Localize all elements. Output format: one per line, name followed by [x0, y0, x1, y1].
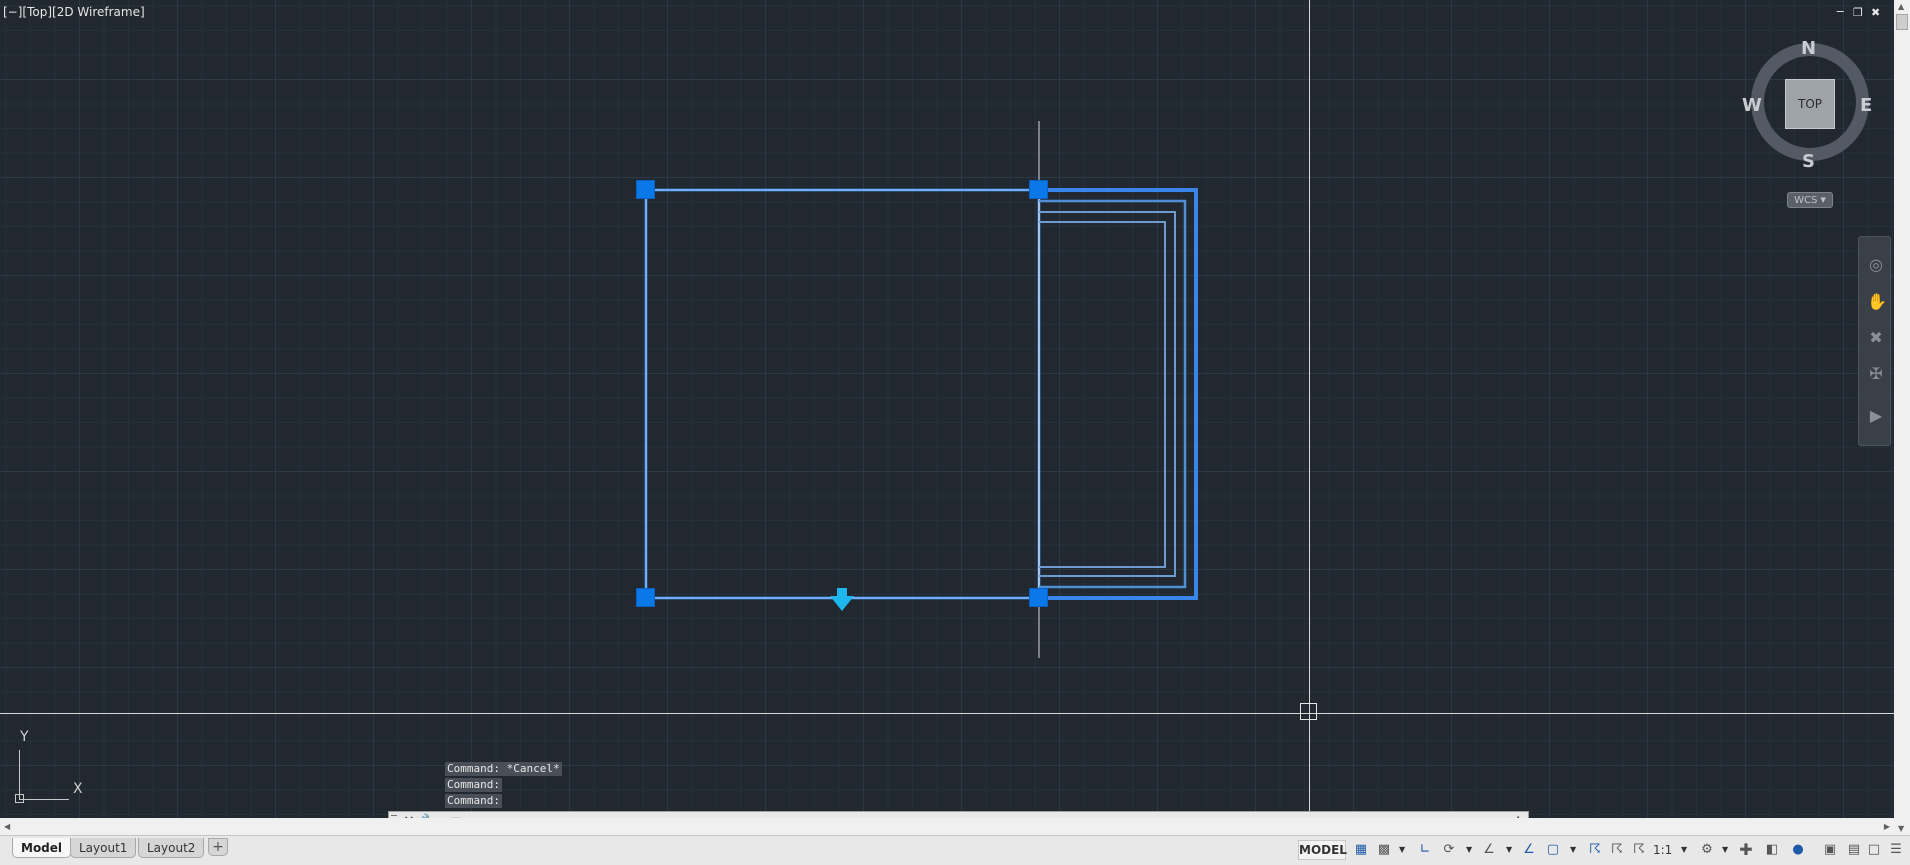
corner-grip-top-right[interactable]	[1029, 180, 1048, 199]
vertical-scrollbar[interactable]: ▲ ▼	[1894, 0, 1910, 835]
chevron-down-icon[interactable]: ▼	[1506, 841, 1512, 859]
scroll-right-icon[interactable]: ▶	[1884, 822, 1890, 831]
offset-outline-2[interactable]	[1039, 199, 1187, 589]
tab-model[interactable]: Model	[12, 838, 72, 858]
command-history: Command: *Cancel* Command: Command:	[445, 762, 562, 810]
ortho-icon[interactable]: ∟	[1416, 841, 1434, 859]
corner-grip-bottom-right[interactable]	[1029, 588, 1048, 607]
crosshair-horizontal	[0, 713, 1894, 714]
status-bar: Model Layout1 Layout2 + MODEL ▦ ▩ ▼ ∟ ⟳ …	[0, 835, 1910, 865]
object-snap-icon[interactable]: ▢	[1544, 841, 1562, 859]
crosshair-vertical	[1309, 0, 1310, 818]
chevron-down-icon: ▼	[1820, 196, 1826, 204]
scroll-left-icon[interactable]: ◀	[4, 822, 10, 831]
plus-icon[interactable]: ✚	[1737, 841, 1755, 859]
scroll-down-icon[interactable]: ▼	[1898, 824, 1904, 833]
compass-north[interactable]: N	[1801, 38, 1816, 59]
auto-scale-icon[interactable]: ☈	[1608, 841, 1626, 859]
annotation-scale-value[interactable]: 1:1	[1653, 841, 1672, 859]
compass-east[interactable]: E	[1860, 95, 1872, 116]
command-history-line: Command:	[445, 778, 502, 792]
ucs-y-axis	[19, 750, 20, 800]
annotation-scale-icon[interactable]: ☈	[1630, 841, 1648, 859]
isolate-objects-icon[interactable]: ◧	[1763, 841, 1781, 859]
showmotion-icon[interactable]: ▶	[1867, 407, 1885, 425]
object-snap-tracking-icon[interactable]: ∠	[1520, 841, 1538, 859]
chevron-down-icon[interactable]: ▼	[1722, 841, 1728, 859]
orbit-icon[interactable]: ✠	[1867, 365, 1885, 383]
horizontal-scrollbar[interactable]: ◀ ▶	[0, 818, 1894, 835]
model-space-button[interactable]: MODEL	[1298, 840, 1347, 860]
ucs-x-axis	[19, 799, 69, 800]
menu-icon[interactable]: ☰	[1887, 841, 1905, 859]
tab-layout2[interactable]: Layout2	[138, 838, 205, 858]
clean-screen-icon[interactable]: ▣	[1821, 841, 1839, 859]
polar-tracking-icon[interactable]: ⟳	[1440, 841, 1458, 859]
offset-outline-3[interactable]	[1039, 211, 1176, 577]
viewcube-top-face[interactable]: TOP	[1785, 79, 1835, 129]
gear-icon[interactable]: ⚙	[1698, 841, 1716, 859]
zoom-icon[interactable]: ✖	[1867, 329, 1885, 347]
ucs-origin-icon	[15, 794, 24, 803]
selection-highlight	[644, 188, 1041, 600]
grid-icon[interactable]: ▦	[1352, 841, 1370, 859]
steering-wheel-icon[interactable]: ◎	[1867, 256, 1885, 274]
fullscreen-icon[interactable]: □	[1865, 841, 1883, 859]
hardware-acceleration-icon[interactable]: ●	[1789, 841, 1807, 859]
chevron-down-icon[interactable]: ▼	[1570, 841, 1576, 859]
chevron-down-icon[interactable]: ▼	[1466, 841, 1472, 859]
corner-grip-bottom-left[interactable]	[636, 588, 655, 607]
snap-icon[interactable]: ▩	[1375, 841, 1393, 859]
stretch-grip-arrow-icon[interactable]	[830, 588, 854, 611]
offset-outline-1[interactable]	[1039, 188, 1198, 600]
offset-outline-4[interactable]	[1039, 221, 1166, 568]
isometric-icon[interactable]: ∠	[1480, 841, 1498, 859]
add-layout-button[interactable]: +	[208, 838, 228, 856]
command-history-line: Command: *Cancel*	[445, 762, 562, 776]
corner-grip-top-left[interactable]	[636, 180, 655, 199]
annotation-visibility-icon[interactable]: ☈	[1586, 841, 1604, 859]
drawing-viewport[interactable]: [−][Top][2D Wireframe] ‒ ❐ ✖ TOP N S E W…	[0, 0, 1894, 818]
wcs-label: WCS	[1794, 194, 1818, 206]
wcs-menu-button[interactable]: WCS ▼	[1787, 192, 1833, 208]
compass-south[interactable]: S	[1802, 151, 1815, 172]
compass-west[interactable]: W	[1742, 95, 1762, 116]
chevron-down-icon[interactable]: ▼	[1399, 841, 1405, 859]
ucs-x-label: X	[73, 781, 83, 797]
scroll-up-icon[interactable]: ▲	[1898, 2, 1904, 11]
navigation-bar[interactable]: ◎ ✋ ✖ ✠ ▶	[1858, 236, 1891, 446]
ucs-y-label: Y	[20, 729, 29, 745]
layer-icon[interactable]: ▤	[1845, 841, 1863, 859]
chevron-down-icon[interactable]: ▼	[1681, 841, 1687, 859]
drawing-canvas[interactable]	[0, 0, 1894, 818]
crosshair-pickbox	[1300, 703, 1317, 720]
vertical-scroll-thumb[interactable]	[1896, 14, 1908, 30]
selected-rectangle[interactable]	[645, 189, 1040, 599]
command-history-line: Command:	[445, 794, 502, 808]
tab-layout1[interactable]: Layout1	[70, 838, 137, 858]
pan-hand-icon[interactable]: ✋	[1867, 293, 1887, 311]
